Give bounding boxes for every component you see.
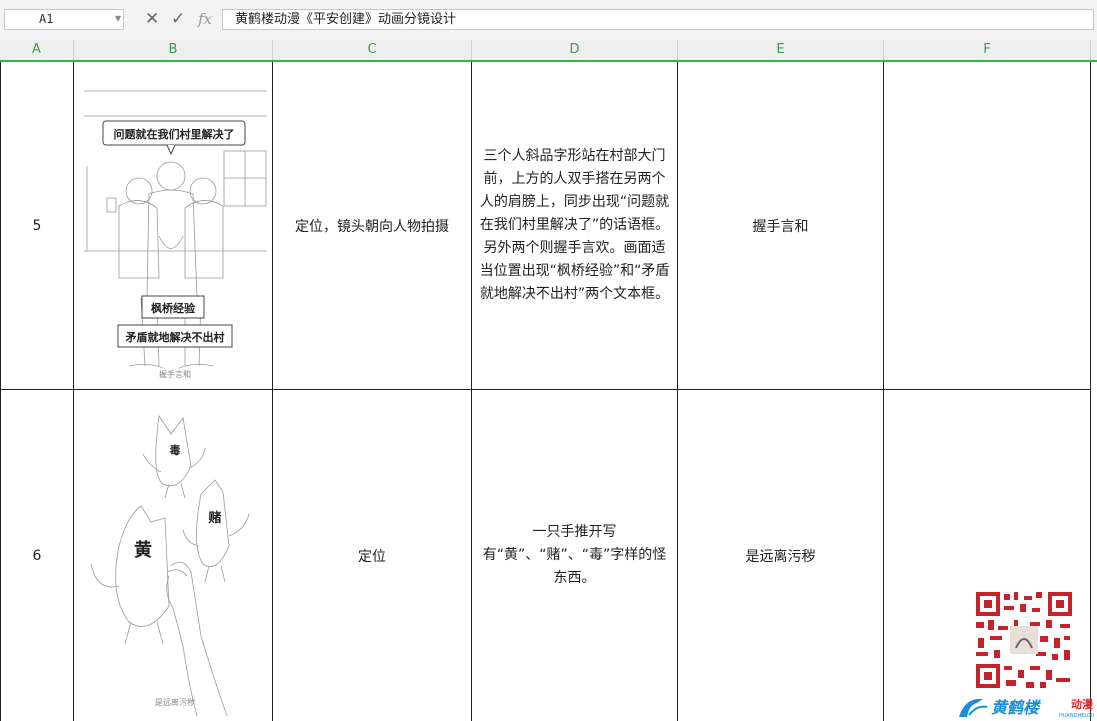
dialogue-text: 握手言和 (752, 218, 809, 235)
monster-label-gambling: 赌 (207, 510, 221, 525)
column-header-d[interactable]: D (472, 40, 678, 60)
name-box[interactable]: A1 (4, 9, 124, 30)
description-cell[interactable]: 三个人斜品字形站在村部大门前，上方的人双手搭在另两个人的肩膀上，同步出现“问题就… (472, 62, 678, 390)
sketch-textbox-2: 矛盾就地解决不出村 (124, 330, 224, 344)
dialogue-text: 是远离污秽 (745, 548, 816, 565)
shot-number-cell[interactable]: 6 (0, 390, 74, 721)
storyboard-sketch-cell[interactable]: 毒 赌 黄 是远离污秽 (74, 390, 273, 721)
column-header-row: A B C D E F (0, 40, 1097, 62)
logo-subtext: HUANGHELOU (1059, 713, 1095, 719)
close-icon[interactable]: ✕ (145, 7, 159, 31)
handshake-sketch: 问题就在我们村里解决了 枫桥经验 矛盾就地解决不出村 握手言和 (83, 90, 267, 379)
description-text: 一只手推开写有“黄”、“赌”、“毒”字样的怪东西。 (482, 524, 667, 586)
column-header-c[interactable]: C (273, 40, 472, 60)
formula-input[interactable]: 黄鹤楼动漫《平安创建》动画分镜设计 (222, 9, 1094, 30)
shot-type-cell[interactable]: 定位 (273, 390, 472, 721)
logo-text: 黄鹤楼 (991, 698, 1042, 717)
shot-number-cell[interactable]: 5 (0, 62, 74, 390)
table-row: 5 问题就在我们村里解决了 枫桥经验 矛盾就地解决不出村 握手言和 定位，镜头朝… (0, 62, 1097, 390)
speech-bubble-text: 问题就在我们村里解决了 (113, 127, 234, 141)
monster-label-poison: 毒 (169, 443, 180, 457)
fx-icon[interactable]: fx (198, 7, 212, 31)
formula-bar: A1 ▼ ✕ ✓ fx 黄鹤楼动漫《平安创建》动画分镜设计 (0, 0, 1097, 41)
storyboard-sketch-cell[interactable]: 问题就在我们村里解决了 枫桥经验 矛盾就地解决不出村 握手言和 (74, 62, 273, 390)
description-cell[interactable]: 一只手推开写有“黄”、“赌”、“毒”字样的怪东西。 (472, 390, 678, 721)
monster-label-porn: 黄 (134, 539, 152, 560)
notes-cell[interactable] (884, 62, 1091, 390)
brand-logo: 黄鹤楼 动漫 HUANGHELOU (959, 697, 1095, 719)
column-header-a[interactable]: A (0, 40, 74, 60)
table-row: 6 毒 赌 黄 是远离污秽 定位 一只手推开写有“黄”、“赌”、“毒”字样的怪东… (0, 390, 1097, 721)
column-header-b[interactable]: B (74, 40, 273, 60)
sketch-textbox-1: 枫桥经验 (151, 301, 196, 315)
sketch-caption: 握手言和 (159, 369, 191, 379)
column-header-f[interactable]: F (884, 40, 1091, 60)
shot-type-text: 定位，镜头朝向人物拍摄 (295, 218, 449, 235)
dialogue-cell[interactable]: 握手言和 (678, 62, 884, 390)
sketch-caption: 是远离污秽 (155, 697, 195, 707)
qr-code-icon (974, 590, 1074, 690)
check-icon[interactable]: ✓ (171, 7, 185, 31)
chevron-down-icon[interactable]: ▼ (115, 14, 121, 23)
shot-type-cell[interactable]: 定位，镜头朝向人物拍摄 (273, 62, 472, 390)
description-text: 三个人斜品字形站在村部大门前，上方的人双手搭在另两个人的肩膀上，同步出现“问题就… (479, 148, 670, 302)
monsters-sketch: 毒 赌 黄 是远离污秽 (90, 414, 249, 716)
dialogue-cell[interactable]: 是远离污秽 (678, 390, 884, 721)
column-header-e[interactable]: E (678, 40, 884, 60)
logo-suffix: 动漫 (1071, 697, 1094, 711)
shot-type-text: 定位 (358, 548, 386, 565)
